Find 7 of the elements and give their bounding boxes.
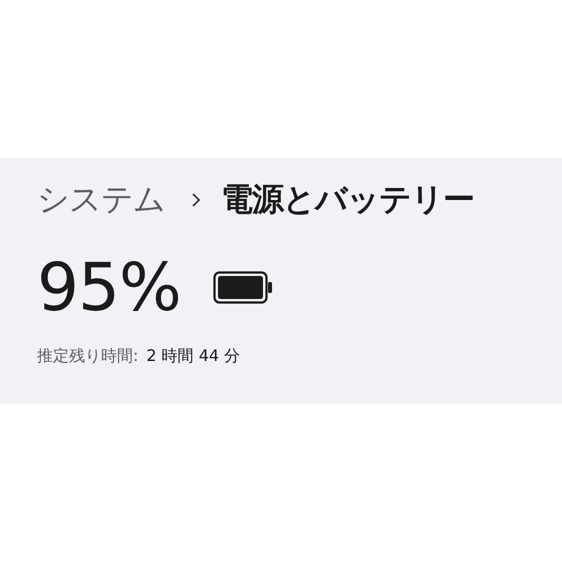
chevron-right-icon [191,192,201,208]
page-title: 電源とバッテリー [221,179,474,220]
estimate-value: 2 時間 44 分 [146,346,240,367]
estimate-label: 推定残り時間: [37,346,138,367]
breadcrumb-link[interactable]: システム [37,178,165,222]
battery-percent: 95% [37,248,181,326]
battery-icon [212,270,273,304]
